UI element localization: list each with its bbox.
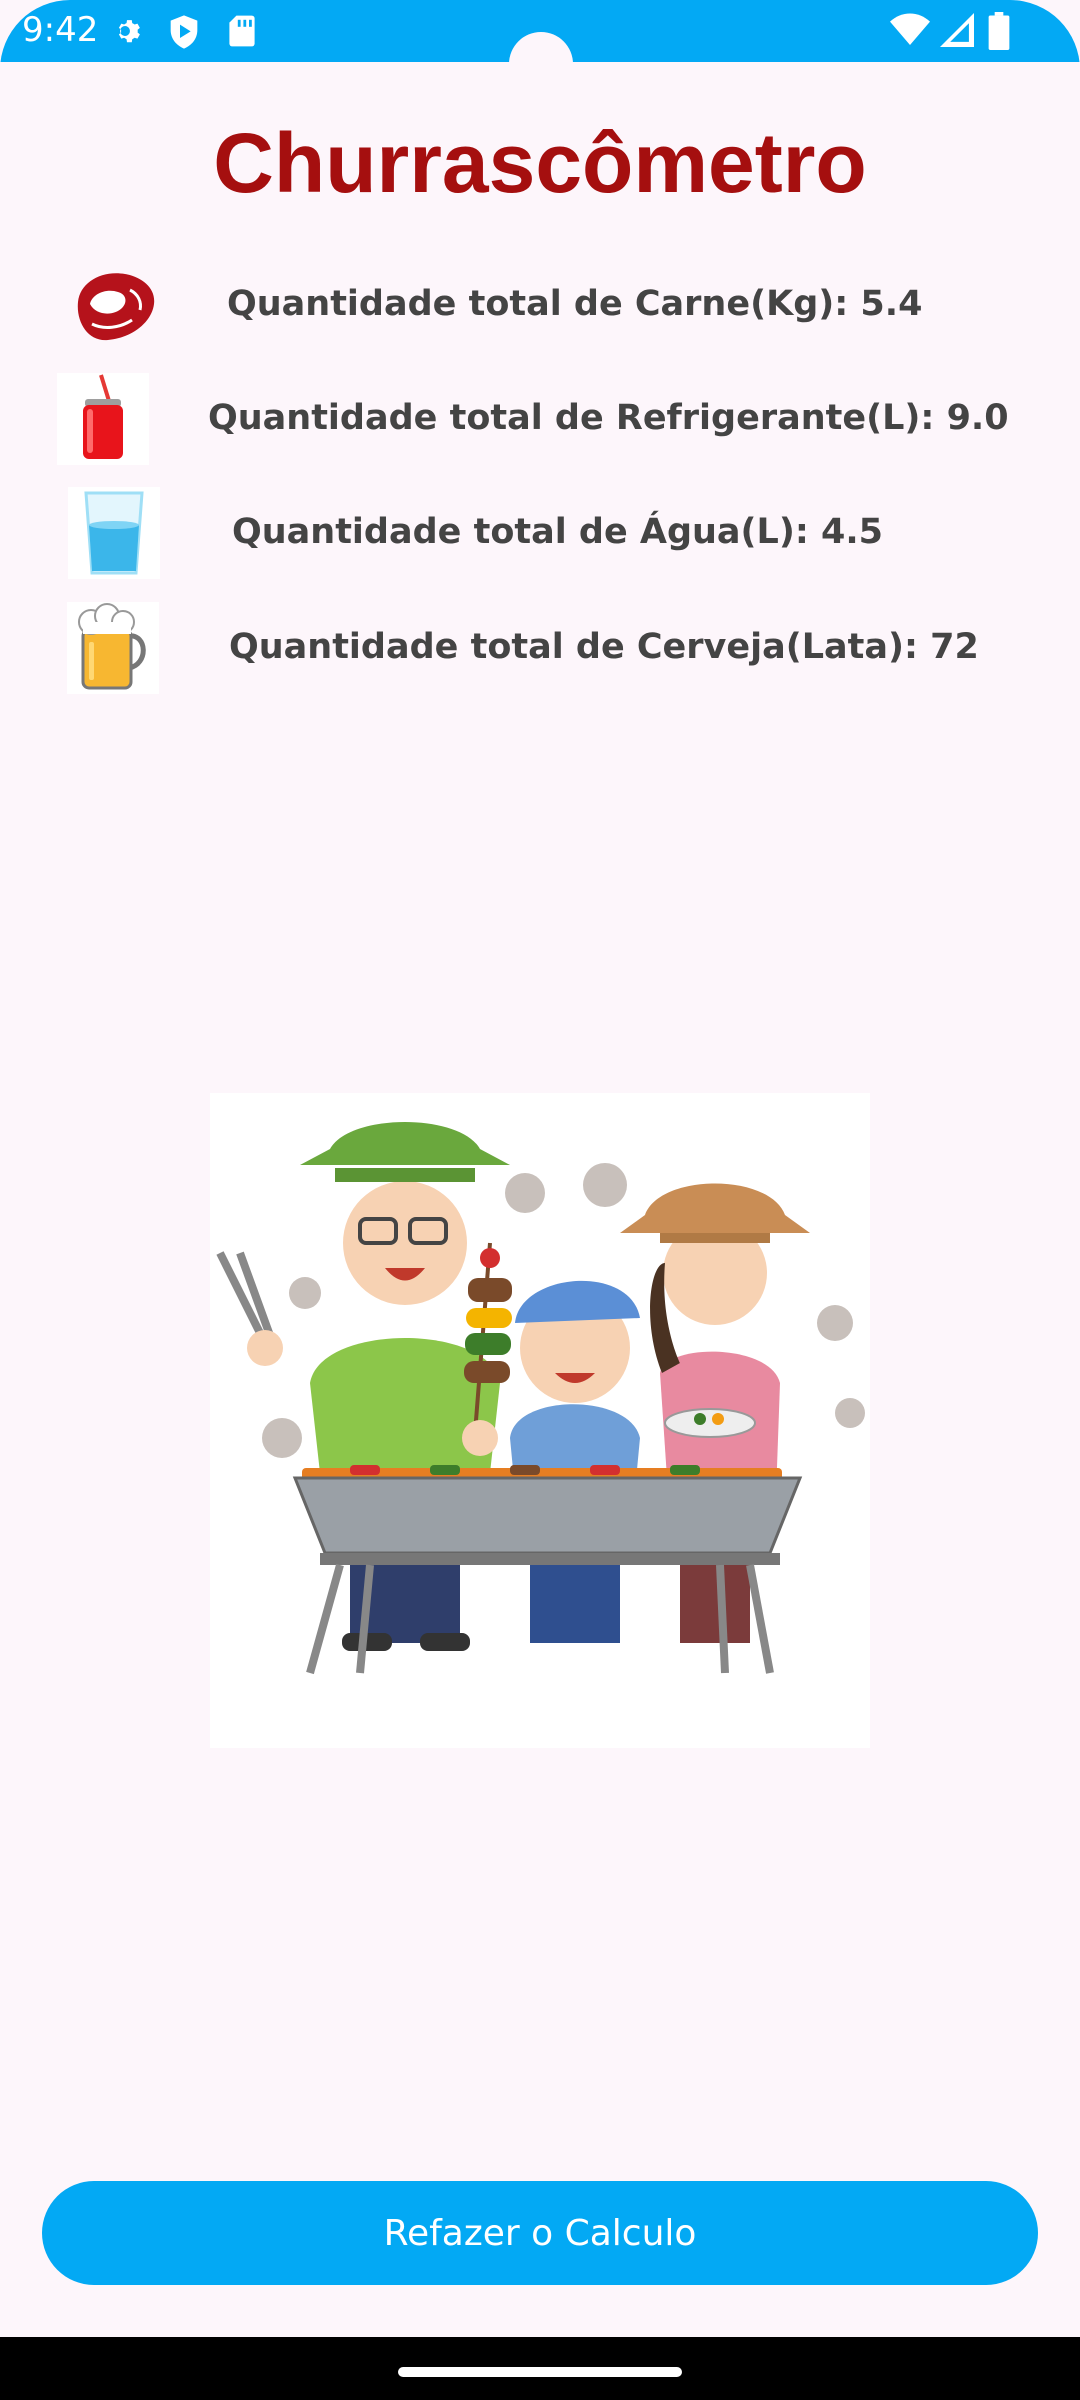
water-total-text: Quantidade total de Água(L): 4.5 bbox=[232, 512, 884, 552]
page-title: Churrascômetro bbox=[213, 116, 867, 210]
sd-card-icon bbox=[229, 15, 255, 47]
soda-total-text: Quantidade total de Refrigerante(L): 9.0 bbox=[208, 398, 1009, 438]
wifi-icon bbox=[890, 13, 930, 45]
status-time: 9:42 bbox=[22, 10, 99, 50]
shield-icon bbox=[170, 15, 198, 49]
home-gesture-handle[interactable] bbox=[398, 2367, 682, 2377]
meat-icon bbox=[77, 273, 155, 341]
barbecue-family-illustration bbox=[210, 1093, 870, 1748]
meat-total-text: Quantidade total de Carne(Kg): 5.4 bbox=[227, 284, 923, 324]
signal-icon bbox=[940, 13, 974, 47]
app-screen: 9:42 Churrascômetro Quantidade total de … bbox=[0, 0, 1080, 2400]
soda-can-icon bbox=[57, 373, 149, 465]
beer-mug-icon bbox=[67, 602, 159, 694]
gear-icon bbox=[118, 20, 140, 43]
camera-cutout bbox=[509, 32, 573, 96]
beer-total-text: Quantidade total de Cerveja(Lata): 72 bbox=[229, 627, 979, 667]
redo-calculation-button[interactable]: Refazer o Calculo bbox=[42, 2181, 1038, 2285]
water-glass-icon bbox=[68, 487, 160, 579]
battery-icon bbox=[988, 12, 1010, 50]
